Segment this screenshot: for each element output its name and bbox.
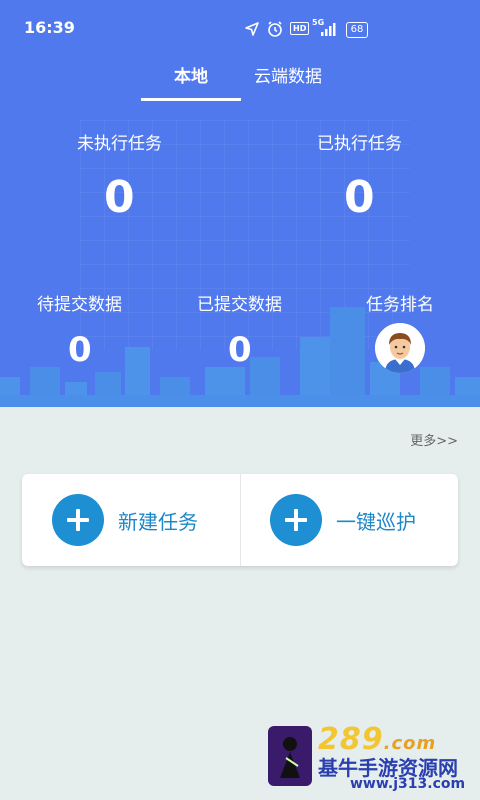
- plus-icon: [52, 494, 104, 546]
- pending-data-value[interactable]: 0: [68, 330, 92, 370]
- submitted-data-label: 已提交数据: [197, 295, 282, 315]
- signal-icon: [321, 23, 336, 36]
- one-click-patrol-button[interactable]: 一键巡护: [270, 474, 416, 566]
- executed-tasks-value[interactable]: 0: [344, 172, 375, 223]
- alarm-icon: [268, 21, 282, 37]
- unexecuted-tasks-value[interactable]: 0: [104, 172, 135, 223]
- executed-tasks-label: 已执行任务: [317, 134, 402, 154]
- tab-cloud-data[interactable]: 云端数据: [254, 62, 322, 87]
- plus-icon: [270, 494, 322, 546]
- battery-icon: 68: [346, 22, 368, 38]
- hd-badge: HD: [290, 22, 310, 35]
- site-watermark: 289.com 基牛手游资源网 www.j313.com: [268, 722, 478, 796]
- submitted-data-value[interactable]: 0: [228, 330, 252, 370]
- new-task-label: 新建任务: [118, 509, 198, 534]
- avatar-icon: [375, 323, 425, 373]
- active-tab-indicator: [141, 98, 241, 101]
- new-task-button[interactable]: 新建任务: [52, 474, 198, 566]
- ranking-avatar[interactable]: [375, 323, 425, 373]
- dashboard-header: 16:39 HD 5G 68 本地 云端数据 未执行任务 0 已执行任务 0 待…: [0, 0, 480, 407]
- location-icon: [245, 22, 259, 36]
- tab-local[interactable]: 本地: [174, 62, 208, 87]
- status-time: 16:39: [24, 18, 75, 37]
- quick-actions-card: 新建任务 一键巡护: [22, 474, 458, 566]
- pending-data-label: 待提交数据: [37, 295, 122, 315]
- tab-bar: 本地 云端数据: [0, 56, 480, 102]
- unexecuted-tasks-label: 未执行任务: [77, 134, 162, 154]
- watermark-site-url: www.j313.com: [350, 776, 466, 792]
- watermark-logo-icon: [268, 726, 312, 786]
- one-click-patrol-label: 一键巡护: [336, 509, 416, 534]
- action-divider: [240, 474, 241, 566]
- status-bar: 16:39 HD 5G 68: [0, 0, 480, 56]
- task-ranking-label: 任务排名: [366, 295, 434, 315]
- more-link[interactable]: 更多>>: [410, 430, 458, 449]
